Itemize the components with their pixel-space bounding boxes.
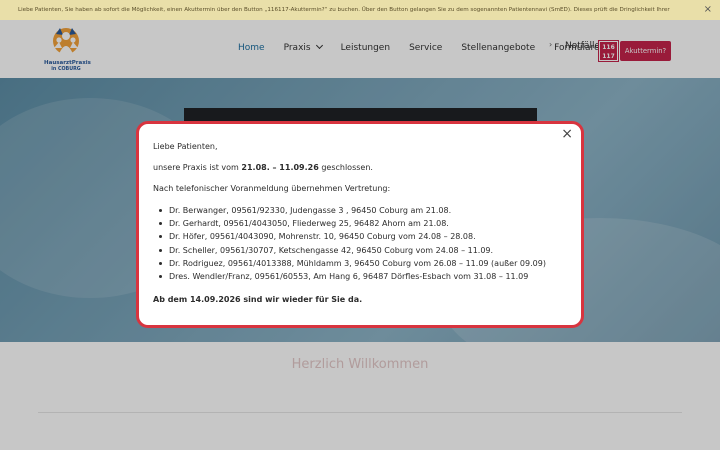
list-item: Dr. Berwanger, 09561/92330, Judengasse 3… xyxy=(157,204,546,217)
list-item: Dr. Höfer, 09561/4043090, Mohrenstr. 10,… xyxy=(157,230,546,243)
modal-closed-text: unsere Praxis ist vom 21.08. – 11.09.26 … xyxy=(153,162,373,173)
notice-close-icon[interactable]: × xyxy=(704,3,712,17)
notice-text: Liebe Patienten, Sie haben ab sofort die… xyxy=(18,7,670,13)
closed-suffix: geschlossen. xyxy=(318,163,373,172)
closure-notice-modal: × Liebe Patienten, unsere Praxis ist vom… xyxy=(136,121,584,328)
modal-reopen-text: Ab dem 14.09.2026 sind wir wieder für Si… xyxy=(153,295,363,304)
list-item: Dr. Rodriguez, 09561/4013388, Mühldamm 3… xyxy=(157,257,546,270)
list-item: Dres. Wendler/Franz, 09561/60553, Am Han… xyxy=(157,270,546,283)
closed-dates: 21.08. – 11.09.26 xyxy=(241,163,319,172)
modal-greeting: Liebe Patienten, xyxy=(153,142,218,151)
closed-prefix: unsere Praxis ist vom xyxy=(153,163,242,172)
list-item: Dr. Gerhardt, 09561/4043050, Fliederweg … xyxy=(157,217,546,230)
modal-vertretung-intro: Nach telefonischer Voranmeldung übernehm… xyxy=(153,184,391,193)
list-item: Dr. Scheller, 09561/30707, Ketschengasse… xyxy=(157,244,546,257)
notice-bar: Liebe Patienten, Sie haben ab sofort die… xyxy=(0,0,720,20)
vertretung-list: Dr. Berwanger, 09561/92330, Judengasse 3… xyxy=(157,204,546,283)
close-icon[interactable]: × xyxy=(561,126,573,142)
